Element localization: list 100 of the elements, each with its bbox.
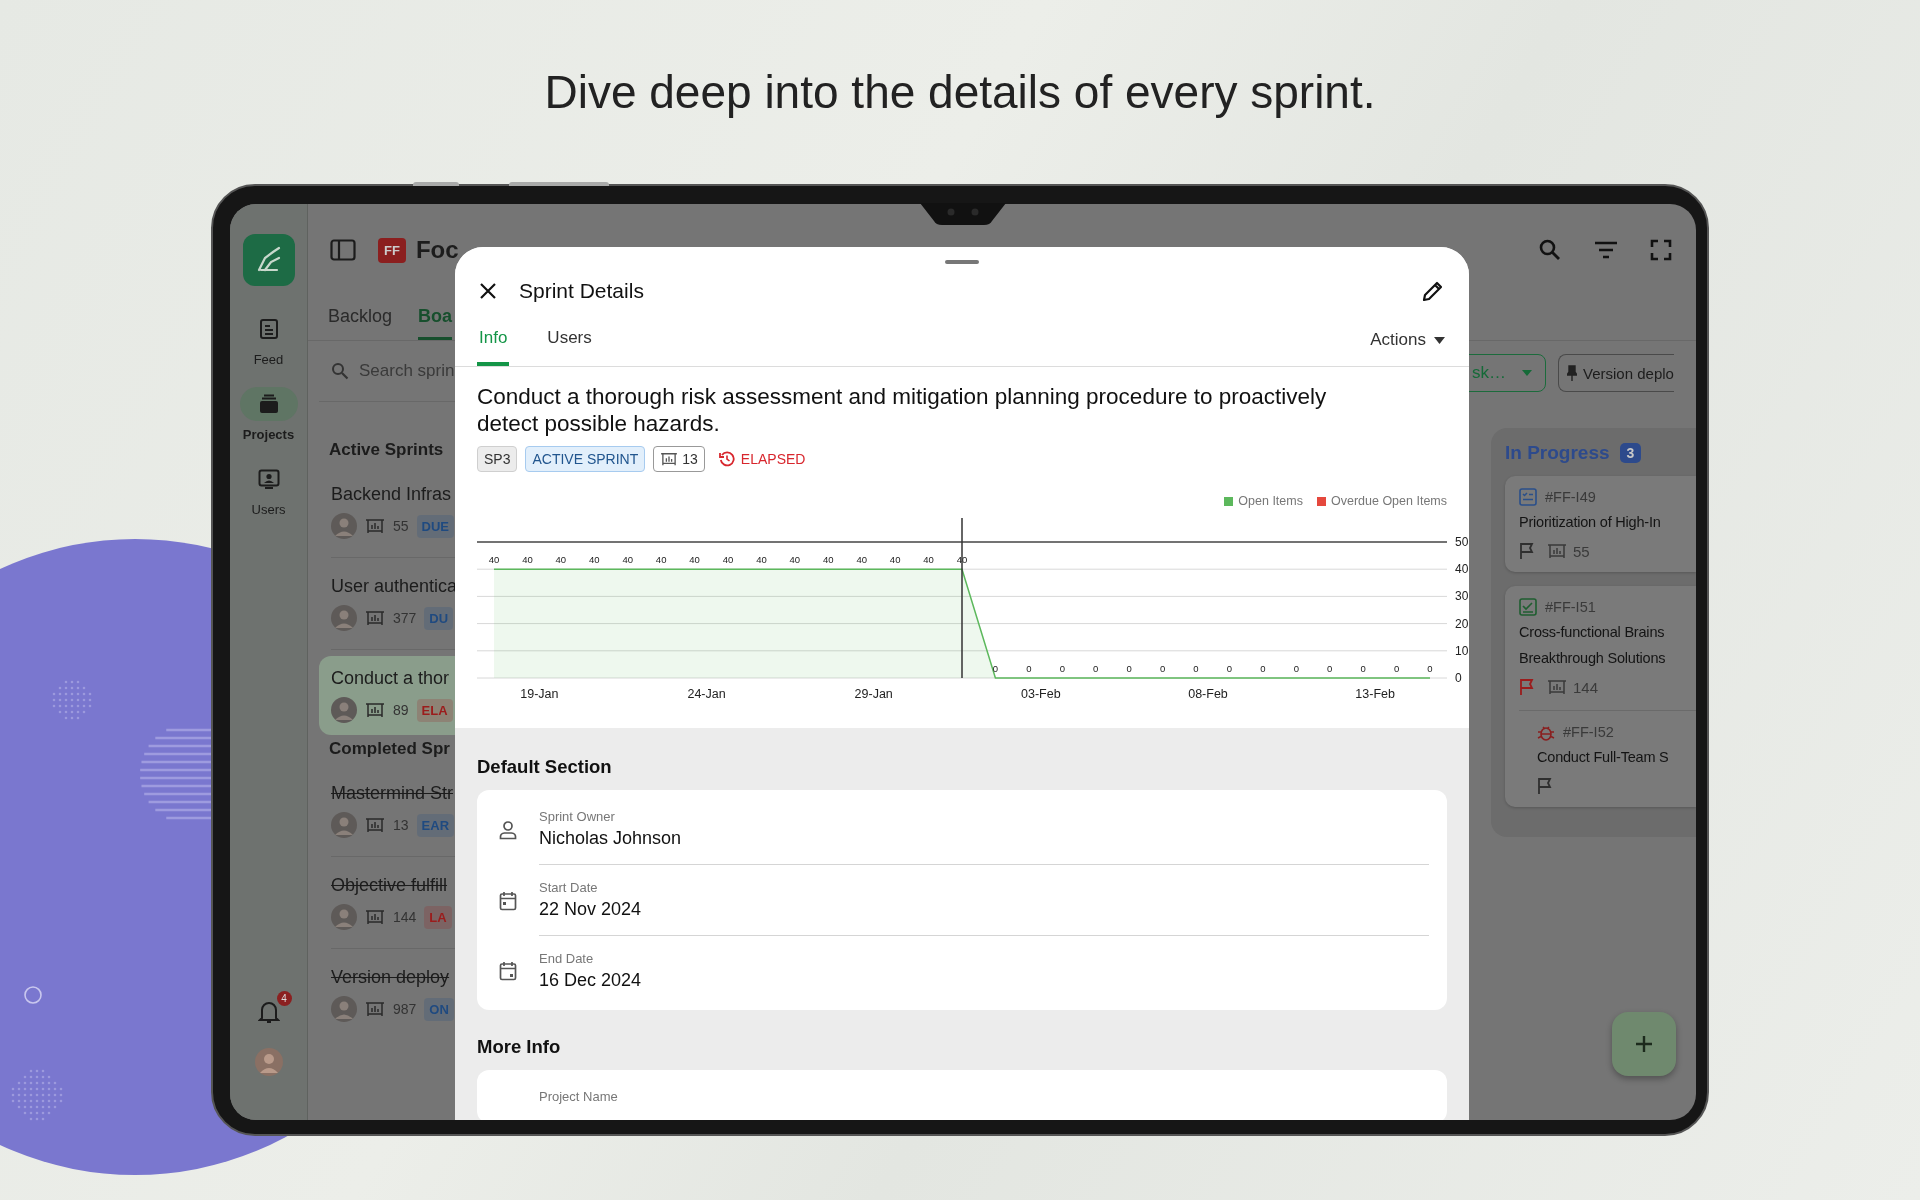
filter-chip[interactable]: Version deplo — [1558, 354, 1674, 392]
project-title: Foc — [415, 236, 459, 264]
issue-card[interactable]: #FF-I49 Prioritization of High-In 55 — [1505, 476, 1696, 572]
item-count: 13 — [393, 817, 409, 833]
data-label: 40 — [589, 554, 600, 566]
avatar — [331, 513, 357, 539]
sheet-title: Sprint Details — [519, 279, 644, 303]
sprint-title: Conduct a thorough risk assessment and mitigation planning procedure to proactively detect possible hazards. — [477, 383, 1328, 437]
board-icon — [365, 909, 385, 925]
field-label: End Date — [539, 951, 595, 966]
user-screen-icon — [257, 469, 280, 489]
x-tick-label: 24-Jan — [687, 687, 726, 701]
avatar — [331, 904, 357, 930]
rail-item[interactable]: Feed — [239, 312, 298, 367]
data-label: 0 — [1360, 663, 1366, 674]
sprint-name: Conduct a thor — [331, 668, 451, 689]
data-label: 0 — [1260, 663, 1266, 674]
status-badge: DU — [424, 606, 454, 630]
legend-item: Open Items — [1224, 494, 1303, 508]
sheet-tab[interactable]: Info — [477, 314, 510, 366]
calendar-icon — [499, 890, 517, 911]
sheet-tab[interactable]: Users — [545, 314, 594, 366]
data-label: 0 — [1327, 663, 1333, 674]
data-label: 40 — [722, 554, 734, 566]
x-tick-label: 03-Feb — [1021, 687, 1061, 701]
board-icon — [365, 1001, 385, 1017]
section-heading: Default Section — [477, 756, 613, 778]
caret-icon — [1521, 369, 1533, 377]
fullscreen-icon[interactable] — [1650, 239, 1672, 261]
elapsed-label: ELAPSED — [712, 446, 812, 472]
close-icon[interactable] — [479, 282, 497, 300]
count-badge: 3 — [1619, 443, 1642, 463]
stack-icon — [257, 394, 280, 414]
section-heading: Completed Spr — [328, 739, 451, 759]
logo-icon[interactable] — [242, 234, 295, 286]
data-label: 0 — [1226, 663, 1233, 674]
y-tick-label: 0 — [1455, 671, 1462, 685]
data-label: 40 — [856, 554, 867, 566]
data-label: 0 — [1427, 663, 1433, 674]
headline: Dive deep into the details of every sprint. — [543, 65, 1377, 120]
actions-menu[interactable]: Actions — [1370, 314, 1445, 366]
board-icon — [365, 610, 385, 626]
field-value: 22 Nov 2024 — [539, 899, 643, 920]
bell-icon[interactable] — [257, 1000, 280, 1024]
plus-icon — [1634, 1034, 1654, 1054]
drag-handle[interactable] — [945, 260, 979, 264]
data-label: 0 — [1193, 663, 1199, 674]
data-label: 40 — [923, 554, 934, 566]
data-label: 40 — [756, 554, 767, 566]
column-title: In Progress — [1505, 442, 1610, 464]
bug-icon — [1537, 723, 1555, 741]
issue-title: Cross-functional Brains — [1519, 623, 1666, 642]
status-badge: ELA — [416, 698, 453, 722]
data-label: 40 — [555, 554, 567, 566]
board-icon — [660, 452, 679, 466]
data-label: 0 — [1393, 663, 1400, 674]
status-badge: EAR — [416, 813, 455, 837]
edit-icon[interactable] — [1421, 279, 1445, 303]
sidebar-toggle-icon[interactable] — [330, 239, 356, 261]
search-icon — [331, 362, 349, 380]
board-tab[interactable]: Boa — [418, 296, 453, 340]
y-tick-label: 30 — [1455, 589, 1469, 604]
issue-card[interactable]: #FF-I51 Cross-functional Brains Breakthrough Solutions 144 #FF-I52 Conduct Full-Team S — [1505, 586, 1696, 807]
notification-badge: 4 — [276, 991, 292, 1006]
filter-icon[interactable] — [1594, 241, 1618, 259]
data-label: 40 — [622, 554, 633, 566]
data-label: 40 — [488, 554, 500, 566]
data-label: 40 — [789, 554, 801, 566]
sprint-name: Mastermind Str — [331, 783, 455, 804]
data-label: 40 — [689, 554, 700, 566]
board-tab[interactable]: Backlog — [328, 296, 393, 340]
issue-title: Conduct Full-Team S — [1537, 748, 1670, 767]
caret-icon — [1434, 336, 1445, 344]
board-icon — [365, 817, 385, 833]
count-chip: 13 — [653, 446, 705, 472]
item-count: 377 — [393, 610, 417, 626]
board-icon — [1547, 679, 1567, 695]
field-label: Project Name — [539, 1089, 619, 1104]
y-tick-label: 40 — [1455, 562, 1469, 577]
data-label: 40 — [889, 554, 901, 566]
status-badge: LA — [424, 905, 452, 929]
search-icon[interactable] — [1538, 238, 1562, 262]
board-icon — [365, 702, 385, 718]
section-heading: More Info — [477, 1036, 562, 1058]
avatar — [331, 697, 357, 723]
sprint-name: Version deploy — [331, 967, 451, 988]
item-count: 144 — [1573, 678, 1599, 696]
data-label: 40 — [823, 554, 834, 566]
sprint-name: User authentica — [331, 576, 459, 597]
data-label: 40 — [522, 554, 533, 566]
rail-item[interactable]: Users — [239, 462, 298, 517]
history-icon — [718, 451, 735, 467]
project-badge: FF — [378, 237, 406, 263]
section-heading: Active Sprints — [328, 440, 445, 460]
checkbox-icon — [1519, 598, 1537, 616]
status-badge: ON — [424, 997, 454, 1021]
board-icon — [365, 518, 385, 534]
avatar — [331, 996, 357, 1022]
data-label: 0 — [1126, 663, 1132, 674]
checklist-icon — [1519, 488, 1537, 506]
